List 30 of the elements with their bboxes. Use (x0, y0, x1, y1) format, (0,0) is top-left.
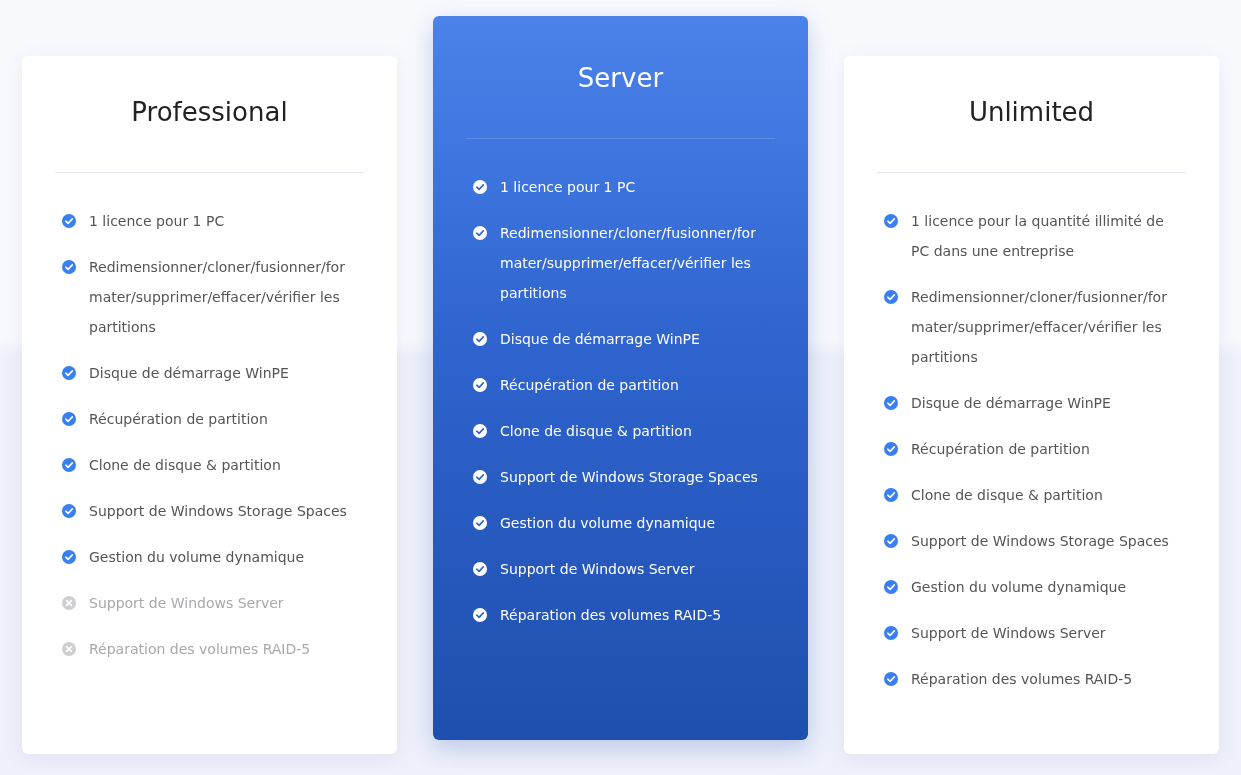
plan-title: Unlimited (967, 96, 1096, 128)
feature-text: Redimensionner/cloner/fusionner/formater/supprimer/effacer/vérifier les partitions (911, 288, 1168, 367)
feature-text: Récupération de partition (89, 410, 269, 429)
feature-text: Réparation des volumes RAID-5 (500, 606, 723, 625)
feature-text: Clone de disque & partition (500, 422, 693, 441)
feature-text: Gestion du volume dynamique (500, 514, 717, 533)
feature-text: Support de Windows Storage Spaces (89, 502, 348, 521)
feature-text: 1 licence pour 1 PC (500, 178, 637, 197)
feature-text: Gestion du volume dynamique (89, 548, 306, 567)
feature-text: Clone de disque & partition (911, 486, 1104, 505)
feature-text: Gestion du volume dynamique (911, 578, 1128, 597)
feature-text: Redimensionner/cloner/fusionner/formater/supprimer/effacer/vérifier les partitions (89, 258, 346, 337)
feature-text: Support de Windows Storage Spaces (500, 468, 759, 487)
feature-text: 1 licence pour la quantité illimité de PC dans une entreprise (911, 212, 1165, 261)
feature-text: Support de Windows Storage Spaces (911, 532, 1170, 551)
feature-text: Réparation des volumes RAID-5 (911, 670, 1134, 689)
feature-text: Récupération de partition (500, 376, 680, 395)
plan-title: Server (576, 62, 665, 94)
feature-text: Clone de disque & partition (89, 456, 282, 475)
feature-text: Support de Windows Server (89, 594, 285, 613)
feature-text: Support de Windows Server (911, 624, 1107, 643)
feature-text: Redimensionner/cloner/fusionner/formater/supprimer/effacer/vérifier les partitions (500, 224, 757, 303)
feature-text: 1 licence pour 1 PC (89, 212, 226, 231)
feature-text: Réparation des volumes RAID-5 (89, 640, 312, 659)
feature-text: Disque de démarrage WinPE (89, 364, 290, 383)
feature-text: Disque de démarrage WinPE (911, 394, 1112, 413)
plan-title: Professional (130, 96, 289, 128)
feature-text: Support de Windows Server (500, 560, 696, 579)
feature-text: Disque de démarrage WinPE (500, 330, 701, 349)
feature-text: Récupération de partition (911, 440, 1091, 459)
